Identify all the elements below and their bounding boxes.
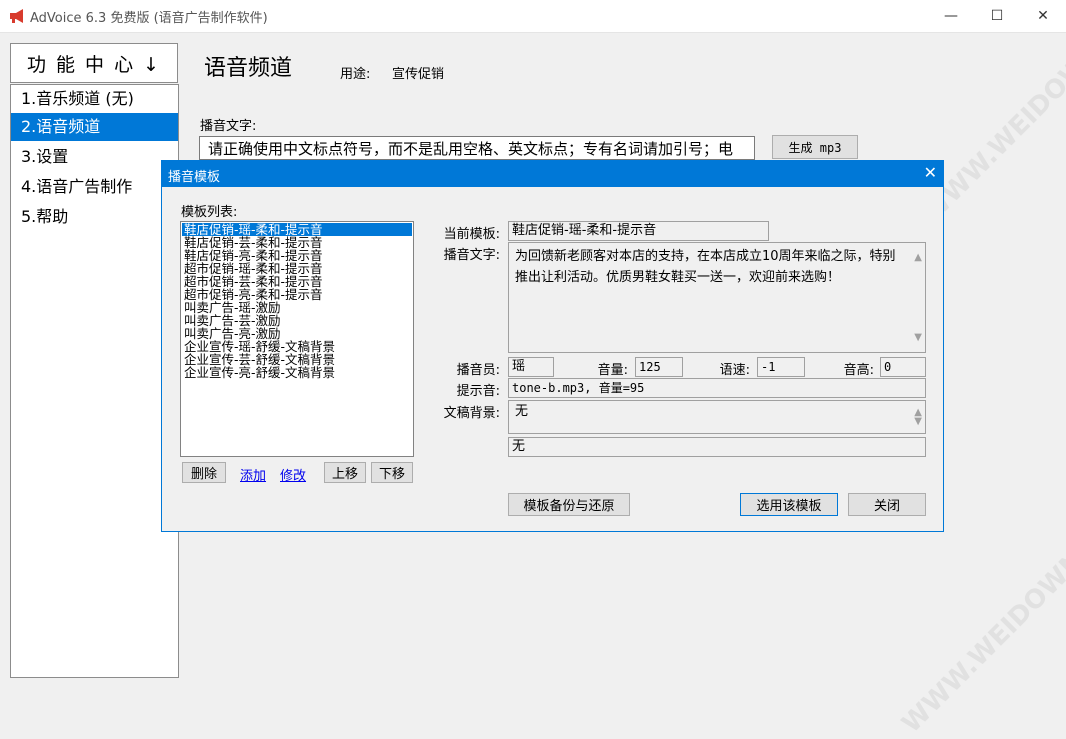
template-dialog: 播音模板 ✕ 模板列表: 鞋店促销-瑶-柔和-提示音 鞋店促销-芸-柔和-提示音… [161,160,944,532]
background-label: 文稿背景: [443,406,500,421]
usage-value: 宣传促销 [392,67,445,82]
volume-field: 125 [635,357,683,377]
sidebar-item-voice-ad[interactable]: 4.语音广告制作 [11,173,178,201]
megaphone-icon [10,9,23,23]
template-backup-button[interactable]: 模板备份与还原 [508,493,630,516]
text-label: 播音文字: [443,248,500,263]
minimize-button[interactable]: — [928,0,974,32]
close-button[interactable]: 关闭 [848,493,926,516]
prompt-sound-label: 提示音: [456,384,500,399]
current-template-label: 当前模板: [443,227,500,242]
scroll-down-icon[interactable]: ▼ [914,327,922,348]
speed-label: 语速: [719,363,750,378]
sidebar-item-help[interactable]: 5.帮助 [11,203,178,231]
dialog-close-icon[interactable]: ✕ [924,163,937,182]
background-music-field: 无 [508,437,926,457]
edit-link[interactable]: 修改 [280,465,306,484]
template-text-area[interactable]: 为回馈新老顾客对本店的支持，在本店成立10周年来临之际，特别推出让利活动。优质男… [508,242,926,353]
usage-label: 用途: [340,67,371,82]
scroll-up-icon[interactable]: ▲ [914,247,922,268]
template-list[interactable]: 鞋店促销-瑶-柔和-提示音 鞋店促销-芸-柔和-提示音 鞋店促销-亮-柔和-提示… [180,221,414,457]
speed-field: -1 [757,357,805,377]
generate-mp3-button[interactable]: 生成 mp3 [772,135,858,159]
dialog-title: 播音模板 [168,170,221,185]
move-down-button[interactable]: 下移 [371,462,413,483]
background-text: 无 [515,404,529,419]
dialog-title-bar: 播音模板 ✕ [162,161,943,187]
prompt-sound-field: tone-b.mp3, 音量=95 [508,378,926,398]
pitch-field: 0 [880,357,926,377]
move-up-button[interactable]: 上移 [324,462,366,483]
announcer-field: 瑶 [508,357,554,377]
delete-button[interactable]: 删除 [182,462,226,483]
list-item[interactable]: 企业宣传-亮-舒缓-文稿背景 [182,366,412,379]
volume-label: 音量: [597,363,628,378]
announcer-label: 播音员: [456,363,500,378]
title-bar: AdVoice 6.3 免费版 (语音广告制作软件) — ☐ ✕ [0,0,1066,33]
scroll-down-icon[interactable]: ▼ [914,411,922,432]
sidebar-menu: 1.音乐频道 (无) 2.语音频道 3.设置 4.语音广告制作 5.帮助 [10,84,179,678]
sidebar-item-voice-channel[interactable]: 2.语音频道 [11,113,178,141]
broadcast-text-label: 播音文字: [200,119,257,134]
window-title: AdVoice 6.3 免费版 (语音广告制作软件) [30,11,268,26]
current-template-field: 鞋店促销-瑶-柔和-提示音 [508,221,769,241]
template-list-label: 模板列表: [181,205,238,220]
add-link[interactable]: 添加 [240,465,266,484]
template-text: 为回馈新老顾客对本店的支持，在本店成立10周年来临之际，特别推出让利活动。优质男… [515,249,896,285]
sidebar-item-music-channel[interactable]: 1.音乐频道 (无) [11,85,178,113]
function-center-header[interactable]: 功 能 中 心 ↓ [10,43,178,83]
sidebar-item-settings[interactable]: 3.设置 [11,143,178,171]
pitch-label: 音高: [843,363,874,378]
broadcast-text-input[interactable]: 请正确使用中文标点符号，而不是乱用空格、英文标点；专有名词请加引号；电 [199,136,755,160]
page-title: 语音频道 [204,56,293,81]
background-text-area[interactable]: 无 ▲ ▼ [508,400,926,434]
use-template-button[interactable]: 选用该模板 [740,493,838,516]
maximize-button[interactable]: ☐ [974,0,1020,32]
window-close-button[interactable]: ✕ [1020,0,1066,32]
